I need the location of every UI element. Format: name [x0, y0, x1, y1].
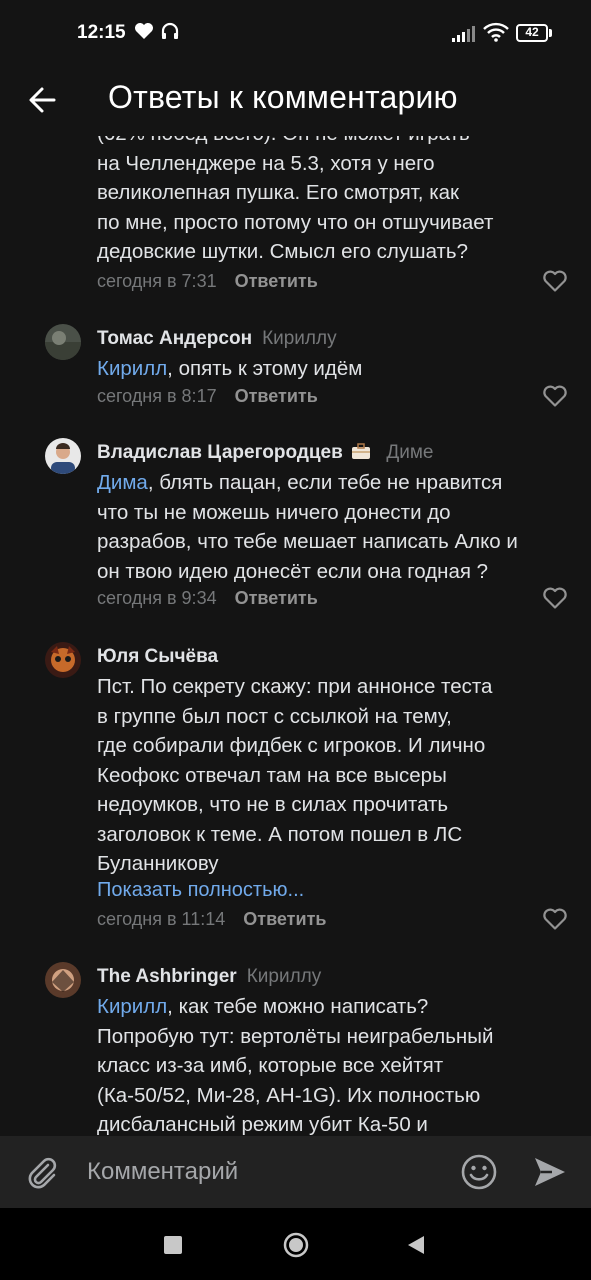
avatar[interactable] [45, 438, 81, 474]
text-line: Пст. По секрету скажу: при аннонсе теста [97, 675, 493, 698]
author-name[interactable]: The Ashbringer [97, 966, 237, 987]
text-line: дедовские шутки. Смысл его слушать? [97, 240, 468, 263]
battery-icon: 42 [516, 24, 548, 42]
text-line: на Челленджере на 5.3, хотя у него [97, 151, 435, 175]
comment-input-bar: Комментарий [0, 1136, 591, 1208]
emoji-icon[interactable] [460, 1153, 498, 1191]
text-line: где собирали фидбек с игроков. И лично [97, 734, 486, 757]
battery-level: 42 [525, 25, 539, 39]
comment-text: Дима, блять пацан, если тебе не нравится… [97, 468, 567, 586]
status-bar: 12:15 42 [0, 0, 591, 64]
page-title: Ответы к комментарию [108, 79, 458, 115]
reply-button[interactable]: Ответить [243, 909, 326, 929]
battery-tip [549, 29, 552, 37]
text-line: что ты не можешь ничего донести до [97, 500, 451, 524]
comment-text: Кирилл, как тебе можно написать? Попробу… [97, 992, 567, 1136]
author-name[interactable]: Томас Андерсон [97, 328, 252, 349]
text-line: , опять к этому идём [167, 357, 363, 380]
comment-header: Томас Андерсон Кириллу [97, 328, 337, 350]
mention-link[interactable]: Дима [97, 471, 148, 494]
comment-meta: сегодня в 9:34 Ответить [97, 588, 318, 609]
comment-header: The Ashbringer Кириллу [97, 966, 321, 988]
like-heart-icon[interactable] [542, 269, 568, 293]
text-line: , как тебе можно написать? [167, 995, 429, 1018]
reply-to-name[interactable]: Диме [386, 442, 433, 463]
comment-time: сегодня в 9:34 [97, 588, 217, 608]
like-heart-icon[interactable] [542, 586, 568, 610]
like-heart-icon[interactable] [542, 384, 568, 408]
avatar[interactable] [45, 642, 81, 678]
comment-meta: сегодня в 7:31 Ответить [97, 271, 318, 292]
back-arrow-icon[interactable] [24, 80, 64, 120]
comment-header: Юля Сычёва [97, 646, 218, 668]
text-line: в группе был пост с ссылкой на тему, [97, 704, 452, 728]
headphones-icon [161, 22, 179, 39]
wifi-icon [483, 22, 509, 42]
text-line: по мне, просто потому что он отшучивает [97, 210, 494, 234]
comment-meta: сегодня в 11:14 Ответить [97, 909, 326, 930]
comment-input[interactable]: Комментарий [87, 1158, 238, 1186]
comment-header: Владислав Царегородцев Диме [97, 442, 434, 464]
home-button[interactable] [283, 1232, 309, 1258]
system-nav-bar [0, 1208, 591, 1280]
comment-text: Пст. По секрету скажу: при аннонсе теста… [97, 672, 567, 879]
comment-meta: сегодня в 8:17 Ответить [97, 386, 318, 407]
comment-text: Кирилл, опять к этому идём [97, 354, 567, 384]
status-time: 12:15 [77, 22, 126, 43]
text-line: великолепная пушка. Его смотрят, как [97, 181, 459, 204]
text-line: он твою идею донесёт если она годная ? [97, 559, 489, 583]
avatar[interactable] [45, 324, 81, 360]
like-heart-icon[interactable] [542, 907, 568, 931]
signal-icon [452, 26, 475, 42]
reply-button[interactable]: Ответить [235, 588, 318, 608]
comment-time: сегодня в 11:14 [97, 909, 226, 929]
text-line: (Ка-50/52, Ми-28, AH-1G). Их полностью [97, 1083, 481, 1107]
heart-icon [135, 23, 153, 39]
comment-time: сегодня в 8:17 [97, 386, 217, 406]
reply-to-name[interactable]: Кириллу [262, 328, 337, 349]
text-line: Буланникову [97, 852, 219, 875]
comment-time: сегодня в 7:31 [97, 271, 217, 291]
show-more-link[interactable]: Показать полностью... [97, 879, 304, 902]
text-line: Кеофокс отвечал там на все высеры [97, 763, 447, 787]
text-line: Попробую тут: вертолёты неиграбельный [97, 1024, 494, 1048]
text-line: недоумков, что не в силах прочитать [97, 793, 449, 816]
text-line: заголовок к теме. А потом пошел в ЛС [97, 822, 463, 846]
top-app-bar: Ответы к комментарию [0, 64, 591, 136]
paperclip-icon[interactable] [24, 1154, 60, 1190]
text-line: дисбалансный режим убит Ка-50 и [97, 1113, 428, 1136]
comment-text: (62% побед всего). Он не может играть на… [97, 119, 567, 267]
author-name[interactable]: Владислав Царегородцев [97, 442, 343, 463]
reply-to-name[interactable]: Кириллу [247, 966, 322, 987]
reply-button[interactable]: Ответить [235, 386, 318, 406]
send-icon[interactable] [532, 1154, 568, 1190]
nav-back-button[interactable] [406, 1234, 426, 1256]
avatar[interactable] [45, 962, 81, 998]
author-name[interactable]: Юля Сычёва [97, 646, 218, 667]
text-line: класс из-за имб, которые все хейтят [97, 1054, 444, 1077]
mention-link[interactable]: Кирилл [97, 995, 167, 1018]
reply-button[interactable]: Ответить [235, 271, 318, 291]
recents-button[interactable] [164, 1236, 182, 1254]
text-line: разрабов, что тебе мешает написать Алко … [97, 530, 518, 553]
text-line: , блять пацан, если тебе не нравится [147, 471, 503, 494]
replies-feed[interactable]: (62% побед всего). Он не может играть на… [0, 118, 591, 1136]
mention-link[interactable]: Кирилл [97, 357, 167, 380]
briefcase-icon [352, 443, 371, 459]
